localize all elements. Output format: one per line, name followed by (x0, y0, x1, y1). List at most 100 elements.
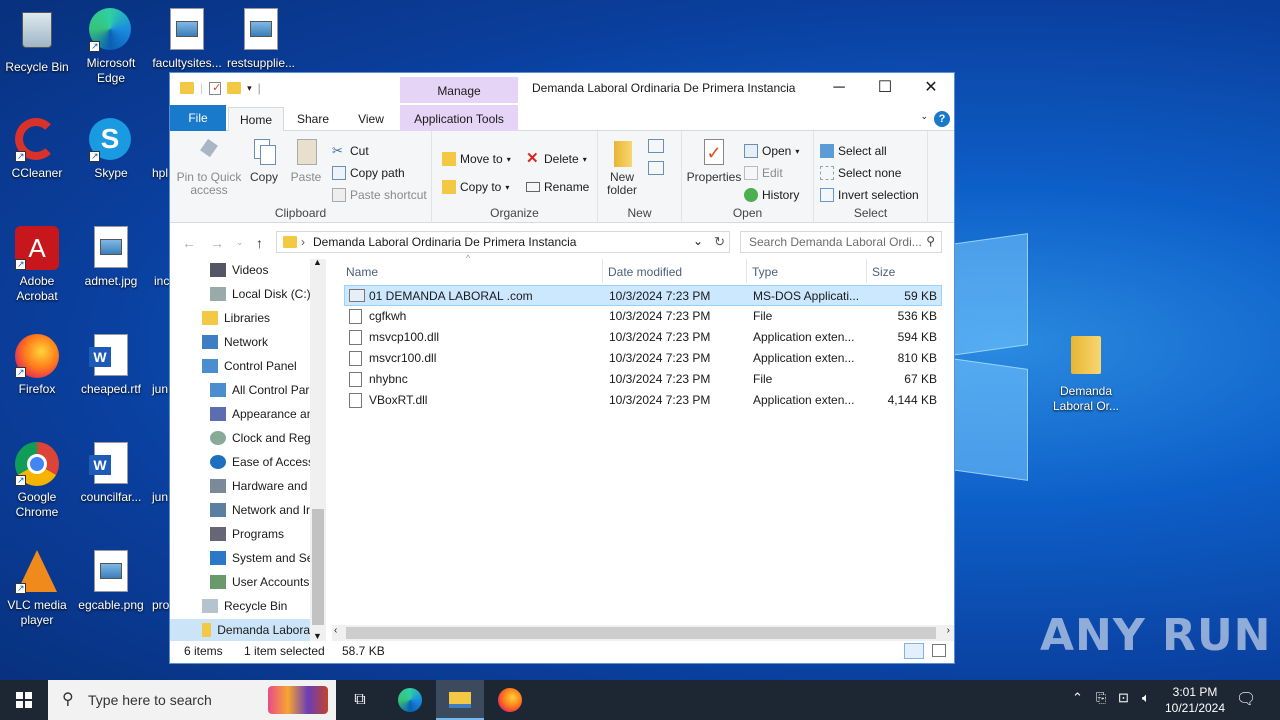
close-button[interactable]: ✕ (908, 73, 954, 103)
recent-locations-button[interactable]: ⌄ (236, 237, 244, 248)
device-icon[interactable]: ⎘ (1096, 690, 1106, 706)
properties-icon[interactable]: ✓ (209, 81, 221, 95)
copy-to-button[interactable]: Copy to ▾ (442, 177, 509, 197)
back-button[interactable]: ← (182, 235, 196, 251)
nav-item-network-internet[interactable]: Network and Ir (210, 499, 310, 521)
select-all-button[interactable]: Select all (820, 141, 887, 161)
nav-item-control-panel[interactable]: Control Panel (202, 355, 297, 377)
nav-scrollbar-thumb[interactable] (312, 509, 324, 625)
start-button[interactable] (0, 680, 48, 720)
file-list-scrollbar-thumb[interactable] (346, 627, 936, 639)
desktop-icon-file[interactable]: facultysites... (150, 8, 224, 71)
table-row[interactable]: 01 DEMANDA LABORAL .com 10/3/2024 7:23 P… (344, 285, 942, 306)
nav-item-libraries[interactable]: Libraries (202, 307, 270, 329)
desktop-icon-folder[interactable]: Demanda Laboral Or... (1048, 334, 1124, 414)
open-button[interactable]: Open ▾ (744, 141, 799, 161)
desktop-icon-file[interactable]: W councilfar... (74, 442, 148, 505)
copy-path-button[interactable]: Copy path (332, 163, 405, 183)
nav-item-network[interactable]: Network (202, 331, 268, 353)
tab-file[interactable]: File (170, 105, 226, 131)
nav-item-programs[interactable]: Programs (210, 523, 284, 545)
volume-icon[interactable]: 🔈︎ (1142, 690, 1150, 706)
nav-item-all-control-panel[interactable]: All Control Par (210, 379, 309, 401)
tab-view[interactable]: View (346, 107, 396, 131)
copy-button[interactable]: Copy (244, 137, 284, 184)
nav-item-demanda-laboral[interactable]: Demanda Labora (170, 619, 310, 641)
desktop-icon-vlc[interactable]: VLC media player (0, 550, 74, 628)
nav-item-recycle-bin[interactable]: Recycle Bin (202, 595, 287, 617)
desktop-icon-file[interactable]: egcable.png (74, 550, 148, 613)
desktop-icon-recycle-bin[interactable]: Recycle Bin (0, 8, 74, 75)
details-view-icon[interactable] (904, 643, 924, 659)
chevron-down-icon[interactable]: ▾ (247, 83, 252, 94)
table-row[interactable]: cgfkwh 10/3/2024 7:23 PM File 536 KB (344, 306, 942, 327)
new-folder-button[interactable]: New folder (602, 137, 642, 197)
cut-button[interactable]: ✂ Cut (332, 141, 369, 161)
move-to-button[interactable]: Move to ▾ (442, 149, 511, 169)
rename-button[interactable]: Rename (526, 177, 589, 197)
edit-button[interactable]: Edit (744, 163, 783, 183)
nav-item-ease-of-access[interactable]: Ease of Access (210, 451, 314, 473)
desktop-icon-skype[interactable]: S Skype (74, 118, 148, 181)
column-separator[interactable] (866, 259, 867, 283)
pin-quick-access-button[interactable]: Pin to Quick access (174, 137, 244, 197)
desktop-icon-firefox[interactable]: Firefox (0, 334, 74, 397)
nav-item-local-disk[interactable]: Local Disk (C:) (210, 283, 311, 305)
large-icons-view-icon[interactable] (932, 644, 946, 657)
tab-home[interactable]: Home (228, 107, 284, 131)
network-icon[interactable]: ⊡ (1118, 690, 1129, 706)
paste-button[interactable]: Paste (286, 137, 326, 184)
invert-selection-button[interactable]: Invert selection (820, 185, 919, 205)
nav-item-hardware[interactable]: Hardware and (210, 475, 307, 497)
minimize-button[interactable]: ─ (816, 73, 862, 103)
nav-item-user-accounts[interactable]: User Accounts (210, 571, 309, 593)
scroll-left-icon[interactable]: ‹ (334, 625, 337, 636)
scroll-right-icon[interactable]: › (947, 625, 950, 636)
taskbar-explorer-button[interactable] (436, 680, 484, 720)
select-none-button[interactable]: Select none (820, 163, 901, 183)
help-icon[interactable]: ? (934, 111, 950, 127)
maximize-button[interactable]: ☐ (862, 73, 908, 103)
desktop-icon-acrobat[interactable]: A Adobe Acrobat (0, 226, 74, 304)
easy-access-icon[interactable] (648, 161, 664, 175)
properties-button[interactable]: ✓ Properties (686, 137, 742, 184)
tab-application-tools[interactable]: Application Tools (400, 105, 518, 131)
column-separator[interactable] (602, 259, 603, 283)
nav-scrollbar[interactable]: ▲ ▼ (310, 257, 326, 641)
desktop-icon-file[interactable]: admet.jpg (74, 226, 148, 289)
clock[interactable]: 3:01 PM 10/21/2024 (1160, 680, 1230, 720)
notifications-button[interactable]: 🗨︎ (1236, 680, 1260, 720)
column-header-size[interactable]: Size (872, 259, 895, 285)
table-row[interactable]: msvcr100.dll 10/3/2024 7:23 PM Applicati… (344, 348, 942, 369)
desktop-icon-edge[interactable]: Microsoft Edge (74, 8, 148, 86)
nav-item-clock[interactable]: Clock and Regi (210, 427, 313, 449)
new-item-icon[interactable] (648, 139, 664, 153)
scroll-up-icon[interactable]: ▲ (313, 257, 322, 267)
desktop-icon-chrome[interactable]: Google Chrome (0, 442, 74, 520)
desktop-icon-file[interactable]: restsupplie... (224, 8, 298, 71)
search-input[interactable]: Search Demanda Laboral Ordi... ⚲ (740, 231, 942, 253)
nav-item-videos[interactable]: Videos (210, 259, 268, 281)
nav-item-appearance[interactable]: Appearance an (210, 403, 313, 425)
taskbar-search-input[interactable]: ⚲ Type here to search (48, 680, 336, 720)
column-header-name[interactable]: Name (346, 259, 378, 285)
new-folder-icon[interactable] (227, 82, 242, 94)
task-view-button[interactable]: ⧉ (336, 680, 384, 720)
refresh-icon[interactable]: ↻ (714, 234, 725, 250)
column-header-type[interactable]: Type (752, 259, 778, 285)
address-bar[interactable]: › Demanda Laboral Ordinaria De Primera I… (276, 231, 730, 253)
delete-button[interactable]: ✕ Delete ▾ (526, 149, 587, 169)
taskbar-firefox-button[interactable] (486, 680, 534, 720)
chevron-up-icon[interactable]: ⌃ (1072, 690, 1083, 706)
chevron-down-icon[interactable]: ⌄ (920, 111, 928, 122)
column-separator[interactable] (746, 259, 747, 283)
history-button[interactable]: History (744, 185, 799, 205)
column-header-date[interactable]: Date modified (608, 259, 682, 285)
table-row[interactable]: nhybnc 10/3/2024 7:23 PM File 67 KB (344, 369, 942, 390)
desktop-icon-file[interactable]: W cheaped.rtf (74, 334, 148, 397)
desktop-icon-ccleaner[interactable]: CCleaner (0, 118, 74, 181)
tab-manage[interactable]: Manage (400, 77, 518, 103)
taskbar-edge-button[interactable] (386, 680, 434, 720)
up-button[interactable]: ↑ (256, 235, 263, 251)
table-row[interactable]: msvcp100.dll 10/3/2024 7:23 PM Applicati… (344, 327, 942, 348)
